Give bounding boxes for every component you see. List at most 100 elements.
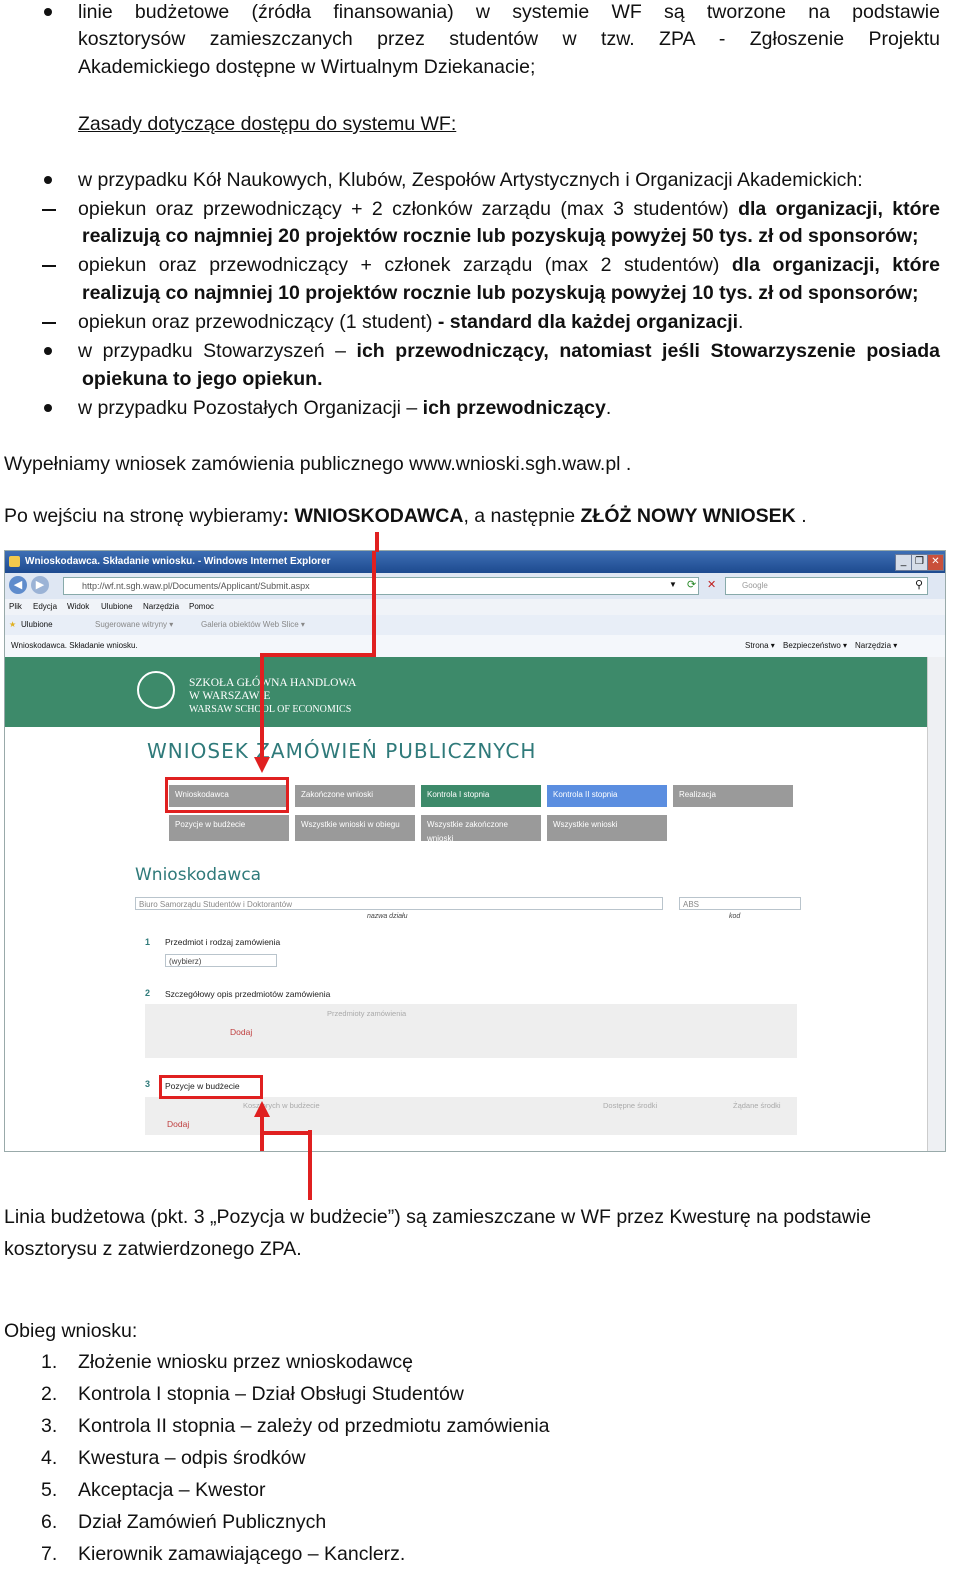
arrow-head xyxy=(254,757,270,773)
stop-icon[interactable]: ✕ xyxy=(707,578,716,591)
site-banner: SZKOŁA GŁÓWNA HANDLOWA W WARSZAWIE WARSA… xyxy=(5,657,927,727)
window-titlebar: Wnioskodawca. Składanie wniosku. - Windo… xyxy=(5,551,945,573)
tab-bar: Wnioskodawca. Składanie wniosku. Strona … xyxy=(5,635,945,658)
dash-marker xyxy=(42,209,56,211)
bold-span: ich przewodniczący, natomiast jeśli Stow… xyxy=(356,340,941,362)
menu-item[interactable]: Edycja xyxy=(33,599,57,615)
fav-item[interactable]: Sugerowane witryny ▾ xyxy=(95,615,173,635)
chevron-down-icon[interactable]: ▼ xyxy=(669,580,677,589)
list-number: 1. xyxy=(41,1351,58,1373)
window-title: Wnioskodawca. Składanie wniosku. - Windo… xyxy=(25,556,331,567)
list-item: Kontrola I stopnia – Dział Obsługi Stude… xyxy=(78,1383,464,1405)
list-number: 2. xyxy=(41,1383,58,1405)
section-number: 3 xyxy=(145,1079,151,1089)
scrollbar[interactable] xyxy=(927,657,945,1151)
menu-item[interactable]: Widok xyxy=(67,599,89,615)
embedded-screenshot: Wnioskodawca. Składanie wniosku. - Windo… xyxy=(4,550,946,1152)
menu-item[interactable]: Pomoc xyxy=(189,599,214,615)
toolbar-item[interactable]: Narzędzia ▾ xyxy=(855,635,897,657)
text-line: opiekun oraz przewodniczący (1 student) … xyxy=(78,308,743,336)
list-item: Złożenie wniosku przez wnioskodawcę xyxy=(78,1351,413,1373)
minimize-icon[interactable]: _ xyxy=(895,554,912,571)
tab-wszystkie-zakonczone[interactable]: Wszystkie zakończone wnioski xyxy=(421,815,541,843)
tab-kontrola-2[interactable]: Kontrola II stopnia xyxy=(547,785,667,807)
arrow-line xyxy=(372,551,376,655)
field-label: nazwa działu xyxy=(367,913,408,920)
list-number: 4. xyxy=(41,1447,58,1469)
column-header: Dostępne środki xyxy=(603,1101,658,1110)
toolbar-item[interactable]: Bezpieczeństwo ▾ xyxy=(783,635,847,657)
url-input[interactable]: http://wf.nt.sgh.waw.pl/Documents/Applic… xyxy=(63,577,699,595)
text-line: opiekun oraz przewodniczący + 2 członków… xyxy=(78,195,940,223)
text-span: Po wejściu na stronę wybieramy xyxy=(4,505,283,527)
bullet-marker xyxy=(44,176,52,184)
bullet-marker xyxy=(44,8,52,16)
back-icon[interactable]: ◀ xyxy=(9,576,27,594)
text-line: opiekuna to jego opiekun. xyxy=(82,368,323,390)
search-input[interactable]: Google xyxy=(725,577,928,595)
list-item: Kierownik zamawiającego – Kanclerz. xyxy=(78,1543,406,1565)
search-icon[interactable]: ⚲ xyxy=(915,578,923,591)
browser-tab[interactable]: Wnioskodawca. Składanie wniosku. xyxy=(11,635,138,657)
paragraph: kosztorysu z zatwierdzonego ZPA. xyxy=(4,1238,302,1260)
refresh-icon[interactable]: ⟳ xyxy=(687,578,696,591)
logo-line: WARSAW SCHOOL OF ECONOMICS xyxy=(189,704,352,715)
address-bar: ◀ ▶ http://wf.nt.sgh.waw.pl/Documents/Ap… xyxy=(5,573,945,599)
tab-kontrola-1[interactable]: Kontrola I stopnia xyxy=(421,785,541,807)
bullet-marker xyxy=(44,404,52,412)
text-line: Akademickiego dostępne w Wirtualnym Dzie… xyxy=(78,56,536,78)
text-span: opiekun oraz przewodniczący (1 student) xyxy=(78,311,433,333)
restore-icon[interactable]: ❐ xyxy=(911,554,928,571)
list-item: Akceptacja – Kwestor xyxy=(78,1479,266,1501)
logo-line: SZKOŁA GŁÓWNA HANDLOWA xyxy=(189,677,357,689)
text-line: w przypadku Stowarzyszeń – ich przewodni… xyxy=(78,337,940,365)
column-header: Żądane środki xyxy=(733,1101,781,1110)
add-link[interactable]: Dodaj xyxy=(230,1027,252,1037)
text-span: w przypadku Pozostałych Organizacji – xyxy=(78,397,418,419)
code-field[interactable]: ABS xyxy=(679,897,801,910)
bold-span: ich przewodniczący xyxy=(422,397,606,419)
list-item: Kwestura – odpis środków xyxy=(78,1447,306,1469)
bold-span: dla organizacji, które xyxy=(738,198,940,220)
text-span: , a następnie xyxy=(463,505,576,527)
list-number: 7. xyxy=(41,1543,58,1565)
tab-wszystkie[interactable]: Wszystkie wnioski xyxy=(547,815,667,841)
text-line: w przypadku Pozostałych Organizacji – ic… xyxy=(78,394,611,422)
list-number: 5. xyxy=(41,1479,58,1501)
subject-select[interactable]: (wybierz) xyxy=(165,954,277,967)
list-number: 3. xyxy=(41,1415,58,1437)
unit-field[interactable]: Biuro Samorządu Studentów i Doktorantów xyxy=(135,897,663,910)
menu-item[interactable]: Plik xyxy=(9,599,22,615)
favorites-button[interactable]: Ulubione xyxy=(21,615,53,635)
bold-span: : WNIOSKODAWCA xyxy=(282,505,464,527)
text-span: . xyxy=(738,311,744,333)
add-link[interactable]: Dodaj xyxy=(167,1119,189,1129)
tab-pozycje[interactable]: Pozycje w budżecie xyxy=(169,815,289,841)
forward-icon[interactable]: ▶ xyxy=(31,576,49,594)
field-label: kod xyxy=(729,913,741,920)
bold-span: dla organizacji, które xyxy=(731,254,940,276)
tab-realizacja[interactable]: Realizacja xyxy=(673,785,793,807)
flow-heading: Obieg wniosku: xyxy=(4,1320,138,1342)
text-span: w przypadku Stowarzyszeń – xyxy=(78,340,346,362)
arrow-line xyxy=(260,1131,312,1135)
tab-zakonczone[interactable]: Zakończone wnioski xyxy=(295,785,415,807)
text-line: realizują co najmniej 10 projektów roczn… xyxy=(82,282,919,304)
page-title: WNIOSEK ZAMÓWIEŃ PUBLICZNYCH xyxy=(147,739,537,763)
dash-marker xyxy=(42,322,56,324)
paragraph: Wypełniamy wniosek zamówienia publiczneg… xyxy=(4,453,632,475)
section-heading: Zasady dotyczące dostępu do systemu WF: xyxy=(78,113,457,135)
text-span: . xyxy=(605,397,612,419)
logo-line: W WARSZAWIE xyxy=(189,690,271,702)
list-item: Kontrola II stopnia – zależy od przedmio… xyxy=(78,1415,550,1437)
menu-item[interactable]: Ulubione xyxy=(101,599,133,615)
paragraph: Linia budżetowa (pkt. 3 „Pozycja w budże… xyxy=(4,1206,872,1228)
toolbar-item[interactable]: Strona ▾ xyxy=(745,635,775,657)
arrow-line xyxy=(375,532,379,552)
ie-icon xyxy=(9,556,20,567)
tab-wszystkie-obieg[interactable]: Wszystkie wnioski w obiegu xyxy=(295,815,415,841)
fav-item[interactable]: Galeria obiektów Web Slice ▾ xyxy=(201,615,305,635)
close-icon[interactable]: ✕ xyxy=(927,554,944,571)
section-label: Szczegółowy opis przedmiotów zamówienia xyxy=(165,989,331,999)
menu-item[interactable]: Narzędzia xyxy=(143,599,179,615)
